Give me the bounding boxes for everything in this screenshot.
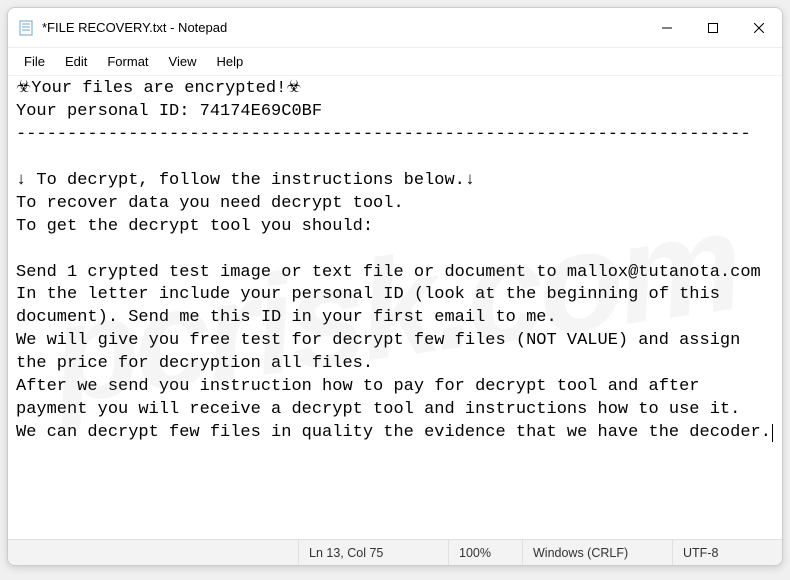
statusbar: Ln 13, Col 75 100% Windows (CRLF) UTF-8 [8, 539, 782, 565]
status-spacer [8, 540, 298, 565]
menu-help[interactable]: Help [206, 52, 253, 71]
text-line: To get the decrypt tool you should: [16, 217, 373, 236]
text-line: ↓ To decrypt, follow the instructions be… [16, 171, 475, 190]
text-line: We can decrypt few files in quality the … [16, 423, 771, 442]
menubar: File Edit Format View Help [8, 48, 782, 76]
status-line-ending: Windows (CRLF) [522, 540, 672, 565]
status-cursor-position: Ln 13, Col 75 [298, 540, 448, 565]
text-line: After we send you instruction how to pay… [16, 377, 740, 419]
notepad-icon [18, 20, 34, 36]
text-line: To recover data you need decrypt tool. [16, 194, 404, 213]
minimize-button[interactable] [644, 8, 690, 47]
menu-format[interactable]: Format [97, 52, 158, 71]
close-button[interactable] [736, 8, 782, 47]
menu-edit[interactable]: Edit [55, 52, 97, 71]
titlebar[interactable]: *FILE RECOVERY.txt - Notepad [8, 8, 782, 48]
window-title: *FILE RECOVERY.txt - Notepad [42, 20, 644, 35]
text-editor-area[interactable]: ☣Your files are encrypted!☣ Your persona… [8, 76, 782, 539]
menu-view[interactable]: View [159, 52, 207, 71]
text-caret [772, 424, 773, 442]
notepad-window: *FILE RECOVERY.txt - Notepad File Edit F… [7, 7, 783, 566]
text-line: Your personal ID: 74174E69C0BF [16, 102, 322, 121]
status-zoom: 100% [448, 540, 522, 565]
text-line: Send 1 crypted test image or text file o… [16, 263, 761, 282]
menu-file[interactable]: File [14, 52, 55, 71]
text-line: In the letter include your personal ID (… [16, 285, 730, 327]
window-controls [644, 8, 782, 47]
text-line: We will give you free test for decrypt f… [16, 331, 751, 373]
status-encoding: UTF-8 [672, 540, 782, 565]
maximize-button[interactable] [690, 8, 736, 47]
text-line: ----------------------------------------… [16, 125, 751, 144]
text-line: ☣Your files are encrypted!☣ [16, 79, 302, 98]
